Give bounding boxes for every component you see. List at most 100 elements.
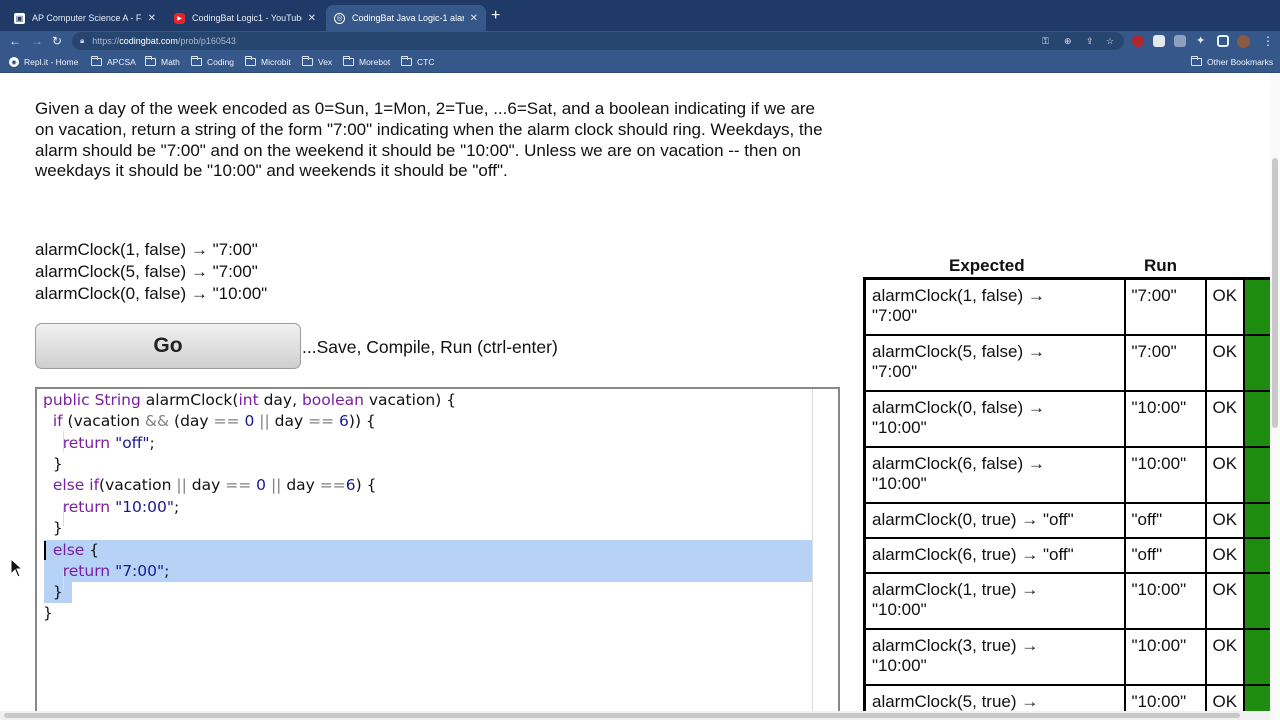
vertical-scrollbar[interactable] xyxy=(1270,74,1280,720)
code-line: return "7:00"; xyxy=(62,562,170,580)
forward-arrow-icon[interactable]: → xyxy=(31,32,43,50)
result-status: OK xyxy=(1204,571,1245,630)
result-row: alarmClock(5, false) → "7:00" "7:00" OK xyxy=(863,333,1275,392)
folder-icon xyxy=(1191,56,1202,66)
bookmark-star-icon[interactable]: ☆ xyxy=(1106,34,1114,48)
reload-icon[interactable]: ↻ xyxy=(52,32,62,50)
result-run-value: "10:00" xyxy=(1123,627,1207,686)
new-tab-button[interactable]: + xyxy=(491,8,500,24)
result-expected-value: "7:00" xyxy=(872,306,918,325)
code-line: else { xyxy=(52,541,100,559)
tab-close-icon[interactable]: ✕ xyxy=(308,13,316,24)
bookmark-folder-apcsa[interactable]: APCSA xyxy=(91,51,136,73)
result-expected-value: "7:00" xyxy=(872,361,918,381)
result-call-text: alarmClock(0, false) → xyxy=(872,397,1045,417)
code-line: if (vacation && (day == 0 || day == 6)) … xyxy=(52,412,376,430)
browser-toolbar: ← → ↻ 🔒︎ https://codingbat.com/prob/p160… xyxy=(0,31,1280,51)
result-status-color xyxy=(1242,445,1275,504)
bookmark-folder-morebot[interactable]: Morebot xyxy=(343,51,390,73)
page-content: Given a day of the week encoded as 0=Sun… xyxy=(0,74,1280,720)
example-3: alarmClock(0, false) → "10:00" xyxy=(35,284,268,303)
bookmark-label: Morebot xyxy=(359,57,391,67)
result-status-color xyxy=(1242,389,1275,448)
code-line: public String alarmClock(int day, boolea… xyxy=(43,391,457,409)
code-line: } xyxy=(43,583,63,601)
sidebar-icon[interactable] xyxy=(1217,35,1229,47)
result-call: alarmClock(1, true) → "10:00" xyxy=(863,571,1126,630)
result-expected-value: "10:00" xyxy=(872,473,927,493)
result-row: alarmClock(3, true) → "10:00" "10:00" OK xyxy=(863,627,1275,686)
tab-close-icon[interactable]: ✕ xyxy=(148,13,156,24)
bookmarks-bar: ◉ Repl.it - Home APCSA Math Coding Microb… xyxy=(0,51,1280,73)
mail-extension-icon[interactable] xyxy=(1153,35,1165,47)
scrollbar-thumb[interactable] xyxy=(4,713,1240,718)
url-text: https://codingbat.com/prob/p160543 xyxy=(92,36,236,46)
selection-highlight xyxy=(44,540,838,561)
result-call-text: alarmClock(0, true) → xyxy=(872,509,1039,529)
puzzle-extensions-icon[interactable]: ✦ xyxy=(1196,32,1205,50)
result-status-color xyxy=(1242,501,1275,539)
result-call-text: alarmClock(5, true) → xyxy=(872,691,1039,711)
result-run-value: "off" xyxy=(1123,501,1207,539)
go-hint: ...Save, Compile, Run (ctrl-enter) xyxy=(302,337,558,357)
ublock-extension-icon[interactable] xyxy=(1132,35,1144,47)
key-icon[interactable]: ⚿ xyxy=(1042,34,1049,48)
bookmark-label: Math xyxy=(161,57,180,67)
result-call: alarmClock(5, false) → "7:00" xyxy=(863,333,1126,392)
back-arrow-icon[interactable]: ← xyxy=(9,32,21,50)
scrollbar-thumb[interactable] xyxy=(1272,158,1278,428)
other-bookmarks[interactable]: Other Bookmarks xyxy=(1191,51,1273,73)
globe-icon: ◎ xyxy=(334,12,345,24)
tab-ap-computer-science[interactable]: ▣ AP Computer Science A - Fall 2... ✕ xyxy=(6,5,164,31)
bookmark-folder-microbit[interactable]: Microbit xyxy=(245,51,291,73)
folder-icon xyxy=(145,56,156,66)
result-status: OK xyxy=(1204,445,1245,504)
code-line: } xyxy=(43,519,63,537)
profile-avatar[interactable] xyxy=(1237,35,1250,48)
result-status: OK xyxy=(1204,277,1245,336)
bookmark-folder-coding[interactable]: Coding xyxy=(191,51,234,73)
tab-codingbat-alarmclock[interactable]: ◎ CodingBat Java Logic-1 alarmC... ✕ xyxy=(326,5,486,31)
result-status: OK xyxy=(1204,389,1245,448)
folder-icon xyxy=(302,56,313,66)
envelope-extension-icon[interactable] xyxy=(1174,35,1186,47)
zoom-icon[interactable]: ⊕ xyxy=(1064,34,1072,48)
bookmark-label: Microbit xyxy=(261,57,291,67)
bookmark-replit[interactable]: ◉ Repl.it - Home xyxy=(9,51,78,73)
result-status: OK xyxy=(1204,536,1245,574)
result-call: alarmClock(6, true) → "off" xyxy=(863,536,1126,574)
bookmark-folder-math[interactable]: Math xyxy=(145,51,180,73)
tab-codingbat-youtube[interactable]: ▶ CodingBat Logic1 - YouTube ✕ xyxy=(166,5,324,31)
bookmark-folder-vex[interactable]: Vex xyxy=(302,51,332,73)
classroom-icon: ▣ xyxy=(14,12,25,24)
horizontal-scrollbar[interactable] xyxy=(0,711,1270,720)
code-editor[interactable]: public String alarmClock(int day, boolea… xyxy=(35,387,840,720)
code-line: } xyxy=(43,604,53,622)
tab-title: CodingBat Java Logic-1 alarmC... xyxy=(352,13,464,23)
url-host: codingbat.com xyxy=(119,36,178,46)
address-bar[interactable]: 🔒︎ https://codingbat.com/prob/p160543 ⚿ … xyxy=(72,32,1124,50)
result-run-value: "10:00" xyxy=(1123,389,1207,448)
results-header-expected: Expected xyxy=(949,256,1025,275)
tab-title: CodingBat Logic1 - YouTube xyxy=(192,13,302,23)
bookmark-label: Coding xyxy=(207,57,234,67)
result-expected-value: "off" xyxy=(1043,544,1074,564)
result-row: alarmClock(1, false) → "7:00" "7:00" OK xyxy=(863,277,1275,336)
tab-title: AP Computer Science A - Fall 2... xyxy=(32,13,142,23)
more-menu-icon[interactable]: ⋮ xyxy=(1262,32,1274,50)
bookmark-label: Vex xyxy=(318,57,333,67)
youtube-icon: ▶ xyxy=(174,12,185,24)
go-button[interactable]: Go xyxy=(35,323,301,369)
result-status-color xyxy=(1242,536,1275,574)
folder-icon xyxy=(191,56,202,66)
share-icon[interactable]: ⇪ xyxy=(1086,34,1094,48)
bookmark-folder-ctc[interactable]: CTC xyxy=(401,51,434,73)
bookmark-label: Other Bookmarks xyxy=(1207,57,1274,67)
code-line: return "off"; xyxy=(62,434,155,452)
result-call-text: alarmClock(6, false) → xyxy=(872,453,1045,473)
result-status-color xyxy=(1242,333,1275,392)
tab-close-icon[interactable]: ✕ xyxy=(470,13,478,24)
results-header-run: Run xyxy=(1144,256,1178,275)
result-run-value: "10:00" xyxy=(1123,571,1207,630)
tab-strip: ▣ AP Computer Science A - Fall 2... ✕ ▶ … xyxy=(0,0,1280,31)
